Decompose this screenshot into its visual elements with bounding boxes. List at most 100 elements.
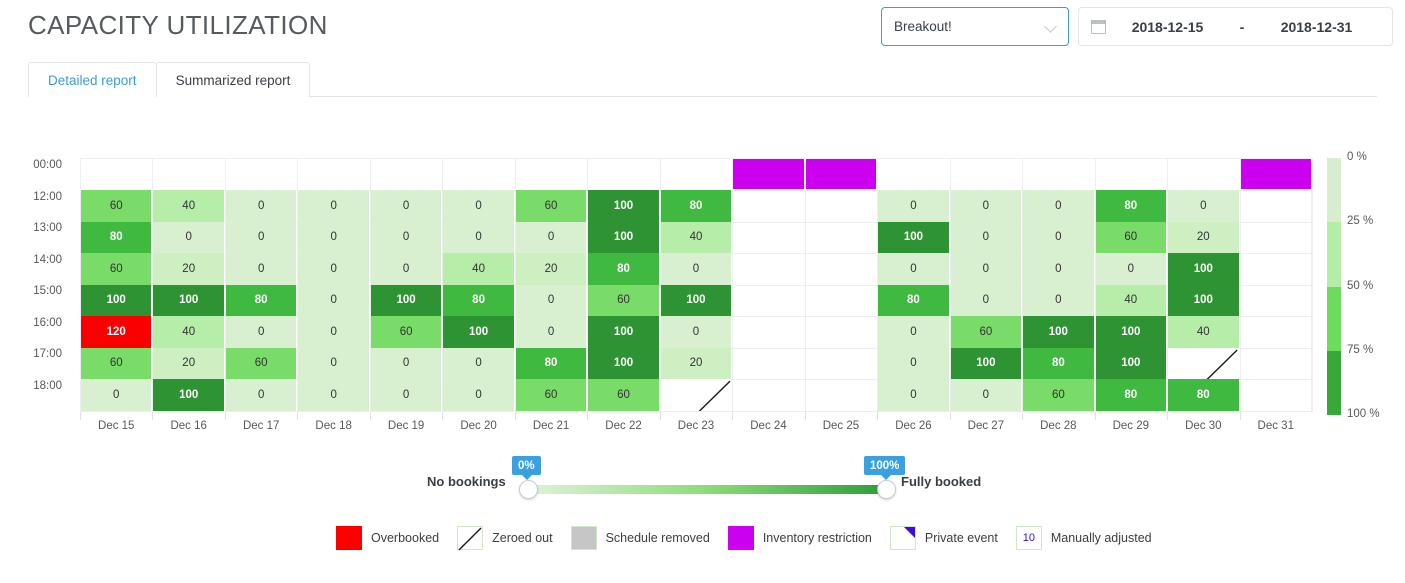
- heatmap-cell[interactable]: 80: [443, 284, 514, 316]
- heatmap-cell[interactable]: 100: [588, 190, 659, 222]
- heatmap-cell[interactable]: 100: [81, 284, 152, 316]
- heatmap-cell[interactable]: 0: [950, 379, 1022, 411]
- heatmap-cell[interactable]: 0: [1023, 253, 1094, 285]
- heatmap-cell[interactable]: 0: [878, 253, 949, 285]
- heatmap-cell[interactable]: 80: [81, 221, 152, 253]
- date-range-end[interactable]: 2018-12-31: [1255, 19, 1392, 35]
- heatmap-cell-zeroed-out[interactable]: [1168, 347, 1239, 379]
- heatmap-cell[interactable]: 80: [515, 347, 587, 379]
- heatmap-cell[interactable]: 100: [1023, 316, 1094, 348]
- heatmap-cell[interactable]: 0: [225, 379, 297, 411]
- heatmap-cell[interactable]: 0: [298, 221, 369, 253]
- heatmap-cell[interactable]: 0: [153, 221, 224, 253]
- heatmap-cell[interactable]: 0: [1168, 190, 1239, 222]
- heatmap-cell-zeroed-out[interactable]: [660, 379, 732, 411]
- heatmap-cell[interactable]: 20: [153, 253, 224, 285]
- date-range-start[interactable]: 2018-12-15: [1106, 19, 1229, 35]
- heatmap-cell[interactable]: 0: [443, 347, 514, 379]
- heatmap-cell[interactable]: 0: [1095, 253, 1167, 285]
- heatmap-cell[interactable]: 80: [660, 190, 732, 222]
- heatmap-cell[interactable]: 80: [225, 284, 297, 316]
- heatmap-cell[interactable]: 0: [660, 316, 732, 348]
- heatmap-cell-inventory-restriction[interactable]: [1240, 158, 1311, 189]
- heatmap-cell[interactable]: 60: [588, 284, 659, 316]
- heatmap-cell[interactable]: 20: [660, 347, 732, 379]
- heatmap-cell[interactable]: 0: [1023, 284, 1094, 316]
- heatmap-cell[interactable]: 60: [515, 190, 587, 222]
- heatmap-cell[interactable]: 100: [878, 221, 949, 253]
- heatmap-cell[interactable]: 0: [1023, 190, 1094, 222]
- heatmap-cell[interactable]: 80: [1095, 190, 1167, 222]
- heatmap-cell[interactable]: 0: [443, 190, 514, 222]
- heatmap-cell[interactable]: 0: [225, 190, 297, 222]
- heatmap-cell[interactable]: 80: [878, 284, 949, 316]
- heatmap-cell-overbooked[interactable]: 120: [81, 316, 152, 348]
- slider-handle-max[interactable]: [877, 480, 896, 499]
- heatmap-cell[interactable]: 60: [515, 379, 587, 411]
- heatmap-cell[interactable]: 0: [950, 253, 1022, 285]
- heatmap-cell[interactable]: 0: [660, 253, 732, 285]
- heatmap-cell[interactable]: 20: [515, 253, 587, 285]
- heatmap-cell[interactable]: 0: [370, 379, 442, 411]
- heatmap-cell-inventory-restriction[interactable]: [733, 158, 804, 189]
- heatmap-cell[interactable]: 20: [153, 347, 224, 379]
- heatmap-cell[interactable]: 0: [370, 221, 442, 253]
- heatmap-cell[interactable]: 40: [153, 190, 224, 222]
- heatmap-cell[interactable]: 0: [298, 379, 369, 411]
- heatmap-cell[interactable]: 60: [370, 316, 442, 348]
- heatmap-cell[interactable]: 100: [588, 221, 659, 253]
- heatmap-cell[interactable]: 0: [950, 190, 1022, 222]
- heatmap-cell[interactable]: 40: [660, 221, 732, 253]
- tab-summarized-report[interactable]: Summarized report: [155, 62, 311, 97]
- heatmap-cell[interactable]: 0: [298, 316, 369, 348]
- heatmap-cell[interactable]: 0: [298, 347, 369, 379]
- heatmap-cell[interactable]: 80: [588, 253, 659, 285]
- slider-track[interactable]: [528, 485, 886, 494]
- heatmap-cell[interactable]: 0: [515, 284, 587, 316]
- heatmap-cell[interactable]: 0: [298, 284, 369, 316]
- heatmap-cell[interactable]: 80: [1168, 379, 1239, 411]
- heatmap-cell[interactable]: 60: [1095, 221, 1167, 253]
- heatmap-cell[interactable]: 0: [515, 316, 587, 348]
- heatmap-cell[interactable]: 0: [370, 347, 442, 379]
- heatmap-cell[interactable]: 60: [81, 190, 152, 222]
- heatmap-cell-inventory-restriction[interactable]: [805, 158, 877, 189]
- heatmap-cell[interactable]: 60: [81, 253, 152, 285]
- heatmap-cell[interactable]: 60: [588, 379, 659, 411]
- heatmap-cell[interactable]: 0: [225, 316, 297, 348]
- heatmap-cell[interactable]: 0: [298, 253, 369, 285]
- heatmap-cell[interactable]: 0: [878, 316, 949, 348]
- heatmap-cell[interactable]: 0: [515, 221, 587, 253]
- heatmap-cell[interactable]: 0: [298, 190, 369, 222]
- heatmap-cell[interactable]: 0: [443, 221, 514, 253]
- slider-handle-min[interactable]: [519, 480, 538, 499]
- heatmap-cell[interactable]: 0: [950, 284, 1022, 316]
- heatmap-cell[interactable]: 0: [225, 221, 297, 253]
- heatmap-cell[interactable]: 0: [878, 379, 949, 411]
- heatmap-cell[interactable]: 0: [878, 347, 949, 379]
- heatmap-cell[interactable]: 20: [1168, 221, 1239, 253]
- heatmap-cell[interactable]: 100: [1168, 284, 1239, 316]
- heatmap-cell[interactable]: 0: [950, 221, 1022, 253]
- heatmap-cell[interactable]: 100: [950, 347, 1022, 379]
- heatmap-cell[interactable]: 80: [1023, 347, 1094, 379]
- heatmap-cell[interactable]: 0: [370, 190, 442, 222]
- heatmap-cell[interactable]: 40: [443, 253, 514, 285]
- heatmap-cell[interactable]: 40: [153, 316, 224, 348]
- resource-select[interactable]: Breakout!: [881, 7, 1069, 46]
- heatmap-cell[interactable]: 0: [370, 253, 442, 285]
- heatmap-cell[interactable]: 0: [878, 190, 949, 222]
- heatmap-cell[interactable]: 100: [588, 347, 659, 379]
- heatmap-cell[interactable]: 80: [1095, 379, 1167, 411]
- heatmap-cell[interactable]: 60: [1023, 379, 1094, 411]
- heatmap-cell[interactable]: 0: [443, 379, 514, 411]
- heatmap-cell[interactable]: 100: [588, 316, 659, 348]
- heatmap-cell[interactable]: 0: [1023, 221, 1094, 253]
- heatmap-cell[interactable]: 100: [153, 284, 224, 316]
- heatmap-cell[interactable]: 60: [81, 347, 152, 379]
- heatmap-cell[interactable]: 100: [1095, 316, 1167, 348]
- heatmap-cell[interactable]: 100: [153, 379, 224, 411]
- heatmap-cell[interactable]: 40: [1095, 284, 1167, 316]
- heatmap-cell[interactable]: 0: [81, 379, 152, 411]
- tab-detailed-report[interactable]: Detailed report: [28, 62, 157, 97]
